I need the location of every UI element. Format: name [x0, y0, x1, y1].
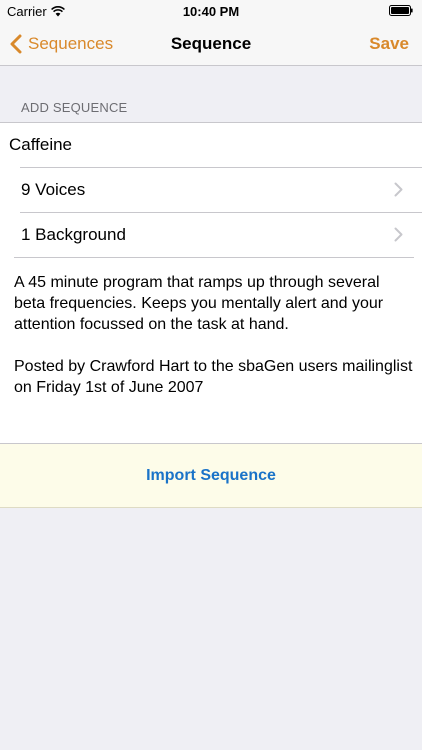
voices-row-label: 9 Voices — [21, 180, 86, 199]
import-sequence-button[interactable]: Import Sequence — [0, 444, 422, 508]
voices-row[interactable]: 9 Voices — [20, 167, 422, 211]
background-row[interactable]: 1 Background — [20, 212, 422, 256]
background-row-label: 1 Background — [21, 225, 126, 244]
description-paragraph: A 45 minute program that ramps up throug… — [14, 274, 384, 333]
navigation-bar: Sequences Sequence Save — [0, 22, 422, 66]
status-bar: Carrier 10:40 PM — [0, 0, 422, 22]
page-title: Sequence — [170, 34, 252, 53]
sequence-description: A 45 minute program that ramps up throug… — [14, 257, 414, 419]
sequence-card: Caffeine 9 Voices 1 Background A 45 minu… — [0, 122, 422, 444]
status-time: 10:40 PM — [182, 4, 240, 19]
section-header: ADD SEQUENCE — [21, 100, 128, 115]
posted-by-paragraph: Posted by Crawford Hart to the sbaGen us… — [14, 358, 413, 396]
sequence-name-field[interactable]: Caffeine — [9, 135, 409, 155]
battery-icon — [389, 5, 413, 16]
save-button[interactable]: Save — [369, 34, 409, 54]
chevron-right-icon — [394, 182, 403, 197]
chevron-right-icon — [394, 227, 403, 242]
